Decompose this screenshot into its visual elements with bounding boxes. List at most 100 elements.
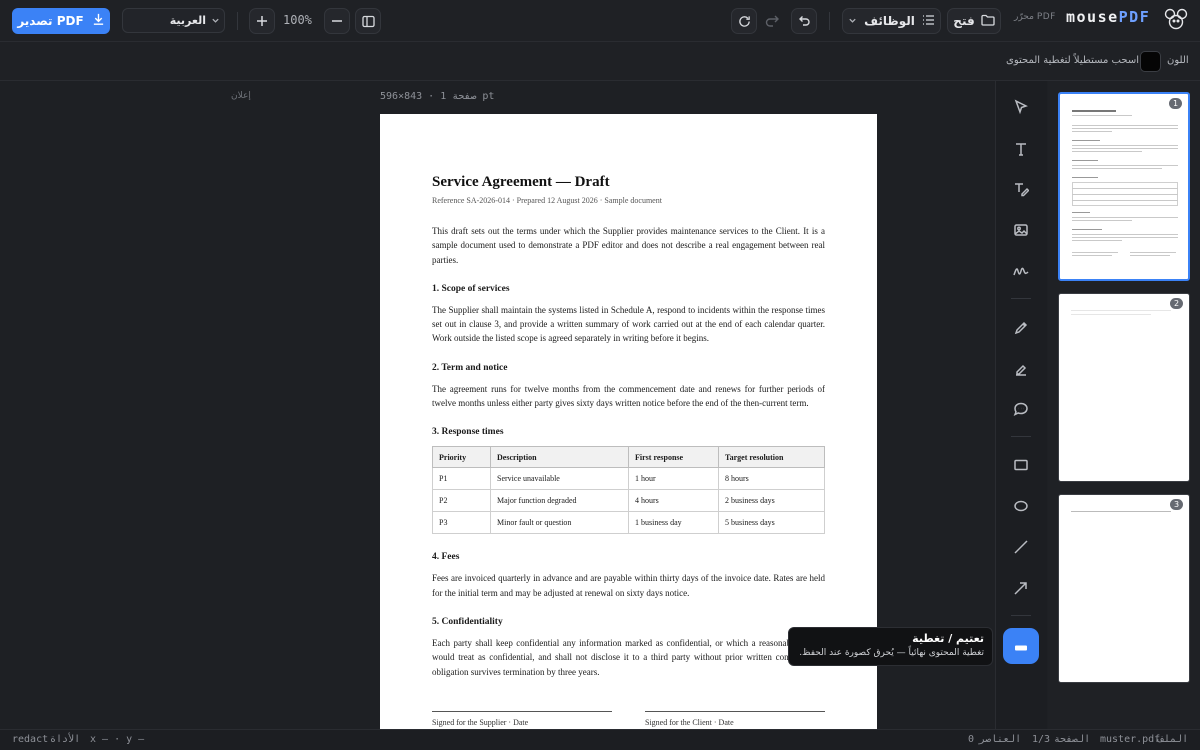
table-cell: P1: [432, 467, 491, 491]
page-label: الصفحة: [1054, 734, 1091, 745]
redo-icon[interactable]: [764, 12, 782, 34]
page-info: صفحة 1 · 843×596 pt: [380, 91, 495, 102]
language-value: العربية: [169, 14, 206, 27]
section-heading: 5. Confidentiality: [432, 616, 503, 627]
minus-icon: [331, 15, 343, 27]
document-intro: This draft sets out the terms under whic…: [432, 226, 825, 265]
redact-tool[interactable]: [1003, 628, 1039, 664]
section-body: The Supplier shall maintain the systems …: [432, 304, 825, 344]
coordinates: x — · y —: [90, 734, 145, 745]
tooltip-title: تعتيم / تغطية: [912, 632, 984, 645]
cursor-icon: [1013, 99, 1029, 119]
table-cell: 4 hours: [628, 489, 719, 513]
toggle-sidebar-button[interactable]: [355, 8, 381, 34]
image-icon: [1013, 222, 1029, 242]
rectangle-tool[interactable]: [1007, 454, 1035, 480]
folder-icon: [981, 14, 995, 29]
divider: [829, 12, 830, 30]
redact-icon: [1014, 637, 1028, 656]
page-thumbnail[interactable]: 3: [1058, 494, 1190, 683]
elements-value: 0: [968, 734, 975, 745]
table-cell: 8 hours: [718, 467, 825, 491]
select-tool[interactable]: [1007, 96, 1035, 122]
table-cell: P2: [432, 489, 491, 513]
zoom-level: 100%: [283, 13, 312, 27]
tool-label: الأداة: [50, 734, 81, 745]
arrow-tool[interactable]: [1007, 577, 1035, 603]
section-heading: 2. Term and notice: [432, 362, 508, 373]
pen-tool[interactable]: [1007, 317, 1035, 343]
open-label: فتح: [953, 14, 975, 28]
signature-supplier: Signed for the Supplier · Date: [432, 711, 612, 727]
signature-client: Signed for the Client · Date: [645, 711, 825, 727]
divider: [1011, 298, 1031, 299]
sidebar-icon: [361, 15, 375, 28]
undo-button[interactable]: [791, 8, 817, 34]
language-select[interactable]: العربية: [122, 8, 225, 33]
divider: [1011, 615, 1031, 616]
brand-name: mousePDF: [1066, 8, 1150, 26]
ellipse-tool[interactable]: [1007, 495, 1035, 521]
thumbnail-number: 1: [1169, 98, 1182, 109]
line-tool[interactable]: [1007, 536, 1035, 562]
signature-tool[interactable]: [1007, 260, 1035, 286]
table-cell: 5 business days: [718, 511, 825, 535]
table-row: P2 Major function degraded 4 hours 2 bus…: [432, 489, 825, 513]
functions-label: الوظائف: [864, 14, 915, 28]
refresh-button[interactable]: [731, 8, 757, 34]
tool-hint: اسحب مستطيلاً لتغطية المحتوى: [1006, 55, 1139, 66]
document-title: Service Agreement — Draft: [432, 174, 610, 190]
chevron-down-icon: [211, 15, 220, 28]
signature-icon: [1013, 263, 1029, 283]
zoom-out-button[interactable]: [324, 8, 350, 34]
mouse-logo-icon: [1163, 7, 1189, 35]
elements-label: العناصر: [979, 734, 1022, 745]
tooltip-description: تغطية المحتوى نهائياً — يُحرق كصورة عند …: [799, 648, 984, 658]
section-heading: 4. Fees: [432, 552, 460, 563]
file-label: الملف: [1158, 734, 1189, 745]
table-cell: 2 business days: [718, 489, 825, 513]
list-icon: [922, 14, 935, 29]
open-file-button[interactable]: فتح: [947, 8, 1001, 34]
zoom-in-button[interactable]: [249, 8, 275, 34]
text-tool[interactable]: [1007, 138, 1035, 164]
column-header: Priority: [432, 446, 491, 469]
editor-label: محرّر PDF: [1014, 12, 1056, 22]
document-reference: Reference SA-2026-014 · Prepared 12 Augu…: [432, 196, 662, 205]
status-bar: redact الأداة x — · y — 0 العناصر 1/3 ال…: [0, 729, 1200, 750]
divider: [237, 12, 238, 30]
rectangle-icon: [1013, 457, 1029, 477]
page-thumbnail[interactable]: 1: [1058, 92, 1190, 281]
table-row: P1 Service unavailable 1 hour 8 hours: [432, 467, 825, 491]
redact-tooltip: تعتيم / تغطية تغطية المحتوى نهائياً — يُ…: [788, 627, 993, 666]
document-content: Service Agreement — Draft Reference SA-2…: [432, 174, 825, 696]
table-cell: Service unavailable: [490, 467, 629, 491]
table-cell: 1 hour: [628, 467, 719, 491]
divider: [1011, 436, 1031, 437]
page-value: 1/3: [1032, 734, 1051, 745]
highlighter-icon: [1013, 361, 1029, 381]
signature-area: Signed for the Supplier · Date Signed fo…: [432, 711, 825, 731]
page-thumbnail[interactable]: 2: [1058, 293, 1190, 482]
image-tool[interactable]: [1007, 219, 1035, 245]
table-header-row: Priority Description First response Targ…: [432, 446, 825, 469]
file-value: muster.pdf: [1100, 734, 1161, 745]
download-icon: [92, 13, 105, 29]
comment-tool[interactable]: [1007, 398, 1035, 424]
highlighter-tool[interactable]: [1007, 358, 1035, 384]
ellipse-icon: [1013, 498, 1029, 518]
response-times-table: Priority Description First response Targ…: [432, 446, 825, 535]
section-heading: 1. Scope of services: [432, 283, 510, 294]
export-pdf-button[interactable]: تصدير PDF: [12, 8, 110, 34]
color-swatch[interactable]: [1140, 51, 1161, 72]
table-cell: Major function degraded: [490, 489, 629, 513]
edit-text-tool[interactable]: [1007, 178, 1035, 204]
thumbnail-number: 2: [1170, 298, 1183, 309]
export-label: تصدير PDF: [17, 14, 84, 28]
comment-icon: [1013, 401, 1029, 421]
column-header: First response: [628, 446, 719, 469]
brand-suffix: PDF: [1118, 8, 1151, 26]
functions-menu-button[interactable]: الوظائف: [842, 8, 941, 34]
section-heading: 3. Response times: [432, 427, 504, 438]
tool-value: redact: [12, 734, 49, 745]
